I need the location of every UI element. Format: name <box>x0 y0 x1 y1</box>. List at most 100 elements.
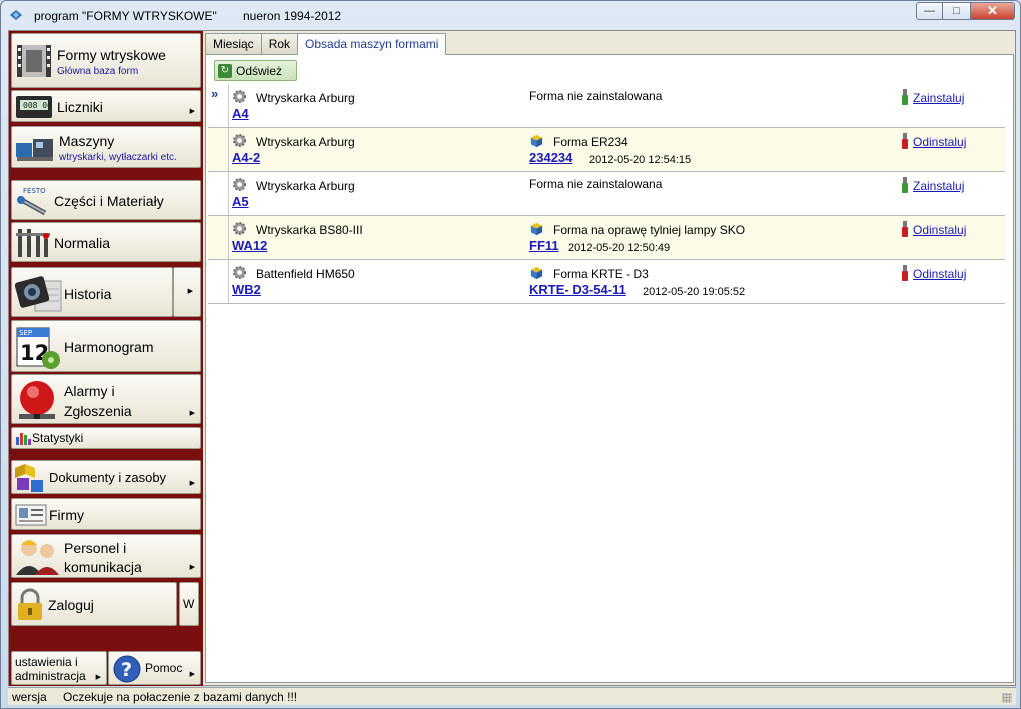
machine-code-link[interactable]: A4-2 <box>232 150 260 165</box>
svg-text:008 06: 008 06 <box>23 101 52 110</box>
form-box-icon <box>529 265 544 280</box>
close-button[interactable]: ✕ <box>970 2 1015 20</box>
status-bar: wersja Oczekuje na połaczenie z bazami d… <box>8 687 1016 705</box>
tab-obsada-maszyn[interactable]: Obsada maszyn formami <box>297 33 447 55</box>
install-link[interactable]: Zainstaluj <box>913 179 964 193</box>
nav-liczniki-label: Liczniki <box>57 99 103 115</box>
row-indicator[interactable] <box>208 260 229 303</box>
people-icon <box>16 540 59 575</box>
refresh-label: Odśwież <box>236 63 283 78</box>
help-label: Pomoc <box>145 661 183 675</box>
settings-admin-label: ustawienia i administracja <box>15 655 86 683</box>
documents-cubes-icon <box>15 464 43 492</box>
nav-alarmy[interactable]: Alarmy i Zgłoszenia ▶ <box>11 374 201 424</box>
form-code-link[interactable]: KRTE- D3-54-11 <box>529 282 626 297</box>
nav-liczniki[interactable]: 008 06 Liczniki ▶ <box>11 90 201 122</box>
maximize-button[interactable]: □ <box>943 2 970 20</box>
help-button[interactable]: ? Pomoc ▶ <box>108 651 201 685</box>
row-indicator[interactable] <box>208 172 229 215</box>
form-name: Forma nie zainstalowana <box>529 177 663 191</box>
window-copyright: nueron 1994-2012 <box>243 9 342 23</box>
title-bar: program "FORMY WTRYSKOWE" nueron 1994-20… <box>1 1 1020 29</box>
uninstall-link[interactable]: Odinstaluj <box>913 223 966 237</box>
tab-label: Rok <box>268 37 291 51</box>
machine-code-link[interactable]: WA12 <box>232 238 267 253</box>
settings-admin-button[interactable]: ustawienia i administracja ▶ <box>11 651 107 685</box>
table-row[interactable]: Battenfield HM650 WB2 Forma KRTE - D3 KRTE-… <box>208 260 1005 304</box>
table-row[interactable]: Wtryskarka BS80-III WA12 Forma na oprawę t… <box>208 216 1005 260</box>
nav-dokumenty-label: Dokumenty i zasoby <box>49 470 167 485</box>
machine-code-link[interactable]: A4 <box>232 106 249 121</box>
zaloguj-button[interactable]: Zaloguj <box>11 582 177 626</box>
submenu-arrow-icon: ▶ <box>189 671 195 678</box>
row-indicator[interactable]: » <box>208 84 229 127</box>
uninstall-icon <box>901 265 909 281</box>
table-row[interactable]: Wtryskarka Arburg A4-2 Forma ER234 234234 20… <box>208 128 1005 172</box>
film-mold-icon <box>17 45 51 77</box>
form-box-icon <box>529 133 544 148</box>
tab-rok[interactable]: Rok <box>260 33 299 54</box>
history-camera-icon <box>15 276 62 312</box>
nav-harmonogram[interactable]: SEP 12 Harmonogram <box>11 320 201 372</box>
zaloguj-label: Zaloguj <box>48 597 94 613</box>
nav-maszyny[interactable]: Maszyny wtryskarki, wytłaczarki etc. <box>11 126 201 168</box>
form-box-icon <box>529 221 544 236</box>
machine-code-link[interactable]: WB2 <box>232 282 261 297</box>
form-name: Forma ER234 <box>553 135 628 149</box>
form-name: Forma nie zainstalowana <box>529 89 663 103</box>
parts-icon: FESTO <box>16 187 47 216</box>
machine-name: Wtryskarka Arburg <box>256 179 355 193</box>
svg-text:?: ? <box>121 659 132 681</box>
tab-miesiac[interactable]: Miesiąc <box>205 33 262 54</box>
zaloguj-side-label: W <box>183 597 195 611</box>
nav-firmy[interactable]: Firmy <box>11 498 201 530</box>
form-code-link[interactable]: 234234 <box>529 150 572 165</box>
nav-firmy-label: Firmy <box>49 507 84 523</box>
install-date: 2012-05-20 19:05:52 <box>643 286 746 298</box>
nav-formy-sub: Główna baza form <box>57 66 139 77</box>
nav-formy-wtryskowe[interactable]: Formy wtryskowe Główna baza form <box>11 33 201 88</box>
submenu-arrow-icon: ▶ <box>189 480 195 487</box>
nav-historia[interactable]: Historia <box>11 267 173 317</box>
nav-personel[interactable]: Personel i komunikacja ▶ <box>11 534 201 578</box>
machine-name: Battenfield HM650 <box>256 267 355 281</box>
uninstall-link[interactable]: Odinstaluj <box>913 135 966 149</box>
nav-formy-label: Formy wtryskowe <box>57 47 166 63</box>
maximize-icon: □ <box>953 5 960 17</box>
nav-historia-label: Historia <box>64 286 112 302</box>
nav-normalia-label: Normalia <box>54 235 111 251</box>
nav-czesci-materialy[interactable]: FESTO Części i Materiały <box>11 180 201 220</box>
table-row[interactable]: Wtryskarka Arburg A5 Forma nie zainstalowa… <box>208 172 1005 216</box>
zaloguj-side-button[interactable]: W <box>179 582 199 626</box>
counter-icon: 008 06 <box>16 96 52 118</box>
historia-dropdown-button[interactable]: ▶ <box>173 267 201 317</box>
app-logo-icon <box>10 10 22 20</box>
uninstall-link[interactable]: Odinstaluj <box>913 267 966 281</box>
submenu-arrow-icon: ▶ <box>189 410 195 417</box>
form-name: Forma na oprawę tylniej lampy SKO <box>553 223 746 237</box>
refresh-button[interactable]: ↻ Odśwież <box>214 60 297 81</box>
tab-bar: Miesiąc Rok Obsada maszyn formami <box>205 33 447 55</box>
nav-dokumenty[interactable]: Dokumenty i zasoby ▶ <box>11 460 201 494</box>
minimize-icon: — <box>924 5 935 17</box>
nav-normalia[interactable]: Normalia <box>11 222 201 262</box>
machine-name: Wtryskarka Arburg <box>256 135 355 149</box>
row-indicator[interactable] <box>208 216 229 259</box>
row-indicator[interactable] <box>208 128 229 171</box>
install-link[interactable]: Zainstaluj <box>913 91 964 105</box>
stats-chart-icon <box>16 433 31 445</box>
svg-text:FESTO: FESTO <box>23 187 46 195</box>
gear-icon <box>232 133 247 148</box>
close-icon: ✕ <box>987 3 998 18</box>
window-title: program "FORMY WTRYSKOWE" <box>34 9 217 23</box>
tab-panel: ↻ Odśwież » Wtryskarka Arburg A4 Forma nie … <box>205 54 1014 683</box>
machine-code-link[interactable]: A5 <box>232 194 249 209</box>
table-row[interactable]: » Wtryskarka Arburg A4 Forma nie zainstalow… <box>208 84 1005 128</box>
resize-grip-icon[interactable] <box>1002 693 1012 703</box>
nav-statystyki[interactable]: Statystyki <box>11 427 201 449</box>
minimize-button[interactable]: — <box>916 2 943 20</box>
client-area: Formy wtryskowe Główna baza form 008 06 … <box>8 30 1016 686</box>
form-code-link[interactable]: FF11 <box>529 238 559 253</box>
standard-parts-icon <box>16 229 50 257</box>
machine-name: Wtryskarka Arburg <box>256 91 355 105</box>
